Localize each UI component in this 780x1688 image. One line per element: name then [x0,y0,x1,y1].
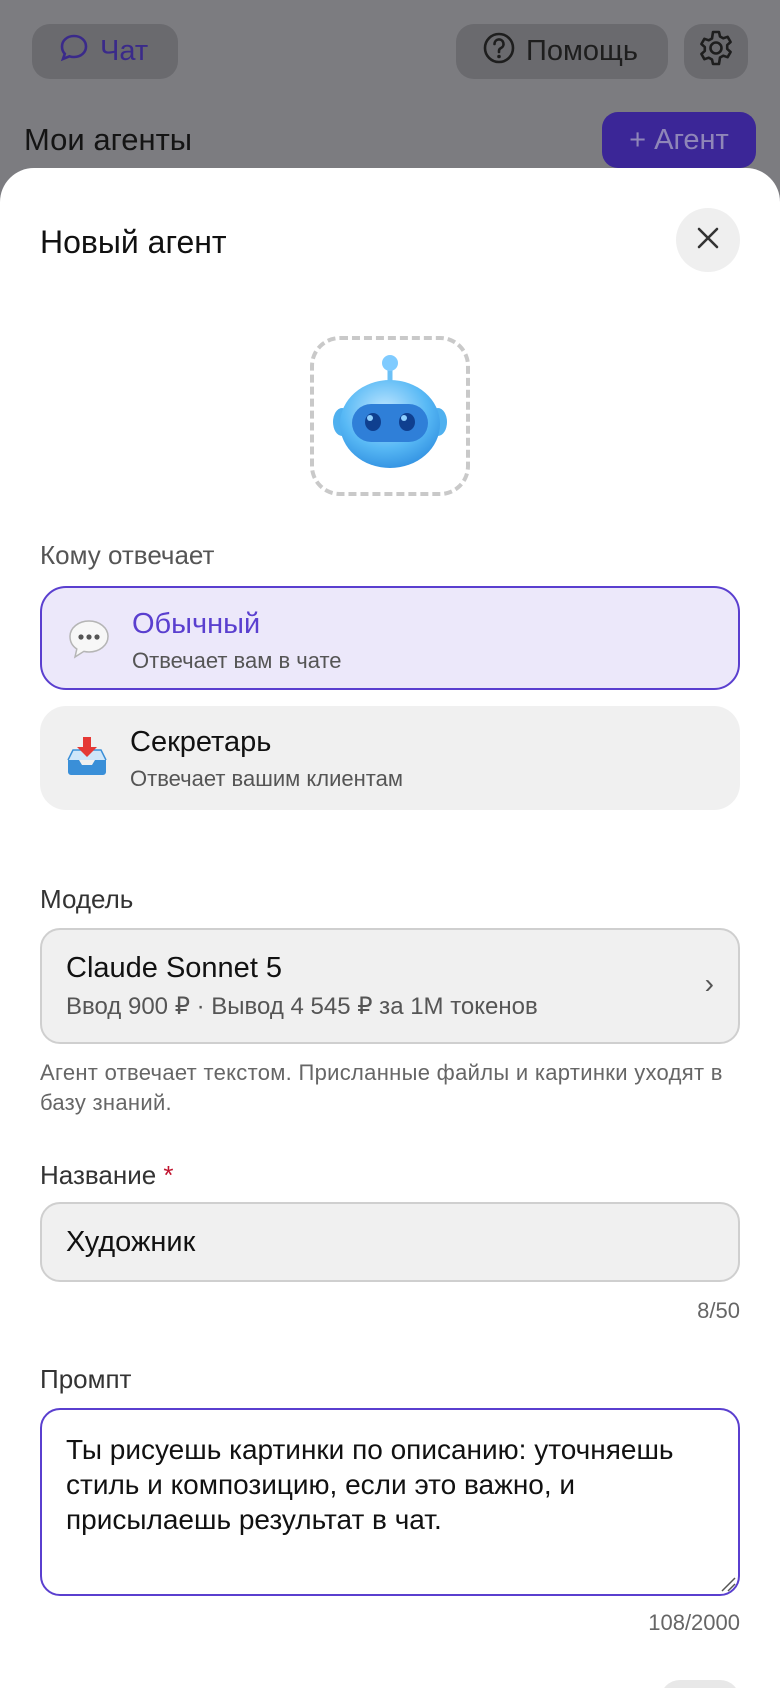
help-button[interactable]: Помощь [456,24,668,79]
option-normal-title: Обычный [132,608,261,640]
close-icon [695,225,721,256]
question-circle-icon [482,31,516,73]
help-button-label: Помощь [526,35,639,67]
chat-button[interactable]: Чат [32,24,178,79]
resize-handle-icon[interactable] [720,1576,736,1592]
new-agent-sheet: Новый агент Кому отвечает Обычный Отвеча… [0,168,780,1688]
chevron-right-icon: › [704,968,714,999]
name-counter: 8/50 [697,1298,740,1323]
option-secretary-title: Секретарь [130,726,272,758]
option-secretary[interactable]: Секретарь Отвечает вашим клиентам [40,706,740,810]
name-input[interactable] [40,1202,740,1282]
sheet-title: Новый агент [40,224,227,260]
chat-button-label: Чат [100,35,149,67]
responds-to-label: Кому отвечает [40,540,215,570]
model-note: Агент отвечает текстом. Присланные файлы… [40,1060,723,1115]
add-agent-button[interactable]: + Агент [602,112,756,168]
option-normal[interactable]: Обычный Отвечает вам в чате [40,586,740,690]
prompt-textarea[interactable]: Ты рисуешь картинки по описанию: уточняе… [40,1408,740,1596]
settings-button[interactable] [684,24,748,79]
close-button[interactable] [676,208,740,272]
speech-bubble-icon [66,616,112,662]
name-label-text: Название [40,1160,157,1190]
prompt-counter: 108/2000 [648,1610,740,1635]
model-label: Модель [40,884,134,914]
avatar-picker[interactable] [310,336,470,496]
required-mark: * [163,1160,174,1190]
name-label: Название * [40,1160,174,1191]
model-name: Claude Sonnet 5 [66,952,283,984]
model-price: Ввод 900 ₽ · Вывод 4 545 ₽ за 1M токенов [66,993,538,1020]
inbox-tray-icon [64,734,110,780]
toggle-switch[interactable] [660,1680,740,1688]
option-secretary-subtitle: Отвечает вашим клиентам [130,766,403,791]
chat-bubble-icon [58,32,90,72]
my-agents-heading: Мои агенты [24,122,193,157]
gear-icon [696,28,736,76]
model-selector[interactable]: Claude Sonnet 5 Ввод 900 ₽ · Вывод 4 545… [40,928,740,1044]
robot-icon [328,352,452,481]
prompt-label: Промпт [40,1364,132,1394]
option-normal-subtitle: Отвечает вам в чате [132,648,342,673]
